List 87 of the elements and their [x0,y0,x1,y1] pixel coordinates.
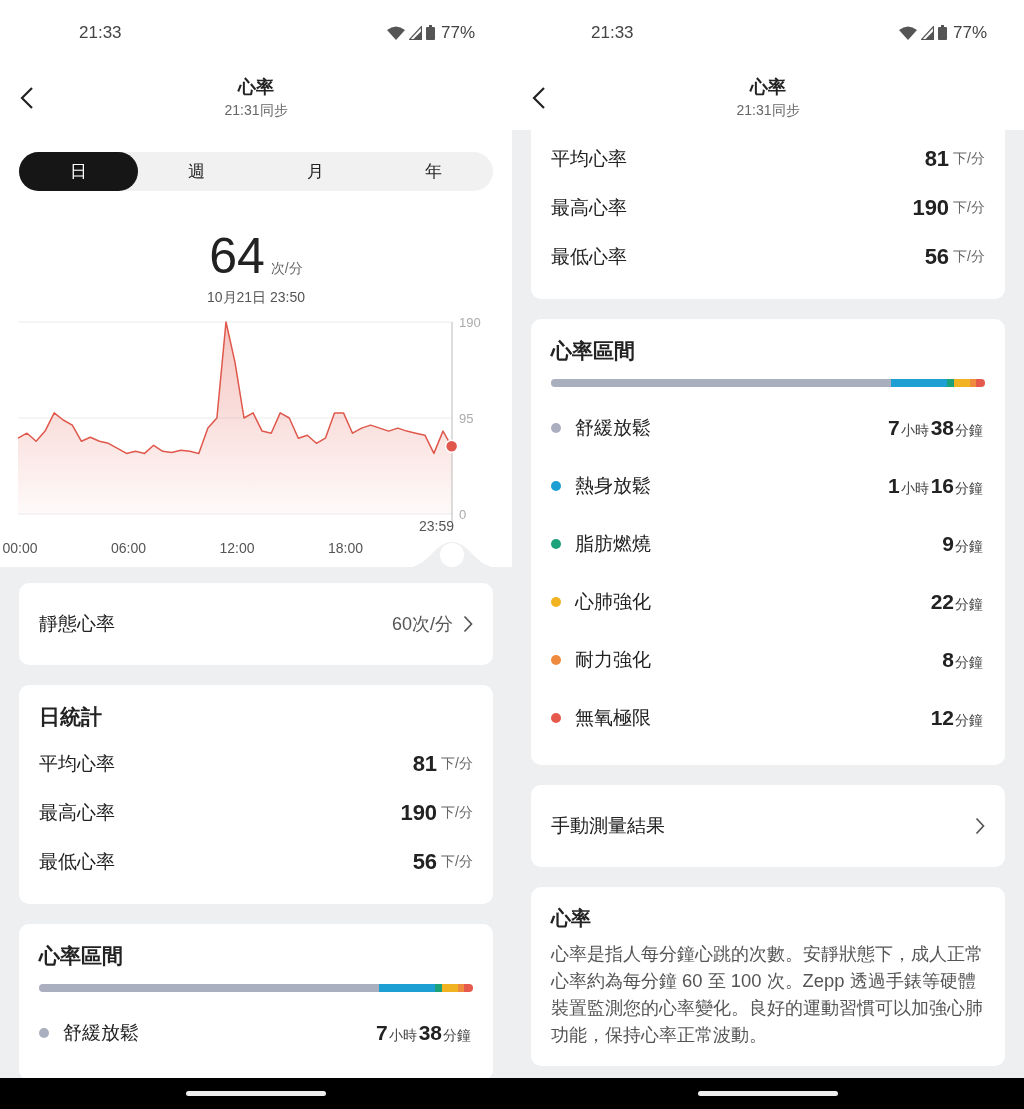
x-axis-label: 00:00 [2,540,38,556]
duration-unit: 分鐘 [955,654,983,672]
home-indicator[interactable] [186,1091,326,1096]
battery-level: 77% [952,22,987,43]
zone-name: 耐力強化 [575,648,652,672]
stat-unit: 下/分 [953,247,985,266]
back-icon[interactable] [532,86,546,110]
signal-icon [408,25,422,40]
duration-value: 12 [930,706,954,730]
stat-unit: 下/分 [441,803,473,822]
chevron-right-icon [463,615,473,633]
zone-name: 舒緩放鬆 [63,1021,140,1045]
card-title: 心率 [551,906,592,931]
stat-label: 最低心率 [39,849,116,874]
y-axis-label: 95 [459,411,474,426]
zone-name: 舒緩放鬆 [575,416,652,440]
battery-icon [425,25,435,40]
stat-unit: 下/分 [441,852,473,871]
wifi-icon [898,25,917,40]
card-title: 日統計 [39,704,103,730]
stat-value: 190 [912,194,950,221]
y-axis-label: 190 [459,315,481,330]
battery-icon [937,25,947,40]
card-title: 心率區間 [551,338,636,364]
duration-unit: 分鐘 [955,538,983,556]
sync-time: 21:31同步 [224,102,288,120]
x-axis-label: 06:00 [111,540,146,556]
period-tab[interactable]: 年 [374,152,493,191]
duration-unit: 分鐘 [955,712,983,730]
zone-name: 脂肪燃燒 [575,532,652,556]
cursor-time-label: 23:59 [418,518,454,534]
card-title: 心率區間 [39,943,124,969]
stat-value: 56 [412,848,438,875]
duration-value: 1 [887,474,900,498]
stat-unit: 下/分 [953,149,985,168]
battery-level: 77% [440,22,475,43]
stat-unit: 下/分 [441,754,473,773]
duration-value: 8 [942,648,954,672]
duration-value: 7 [887,416,900,440]
x-axis-label: 18:00 [328,540,363,556]
duration-value: 16 [930,474,954,498]
signal-icon [920,25,934,40]
reading-timestamp: 10月21日 23:50 [206,289,306,307]
stat-label: 平均心率 [39,751,116,776]
y-axis-label: 0 [459,507,467,522]
info-text: 心率是指人每分鐘心跳的次數。安靜狀態下，成人正常心率約為每分鐘 60 至 100 次。Zepp 透過手錶等硬體裝置監測您的心率變化。良好的運動習慣可以加強心肺功能，保持心率正常波動。 [551,942,984,1047]
resting-heart-rate-row[interactable]: 靜態心率 60次/分 [19,583,493,665]
zone-name: 心肺強化 [575,590,652,614]
stat-unit: 下/分 [953,198,985,217]
duration-unit: 小時 [388,1027,417,1045]
back-icon[interactable] [20,86,34,110]
sync-time: 21:31同步 [736,102,800,120]
stat-value: 190 [400,799,438,826]
page-title: 心率 [750,76,786,99]
x-axis-label: 12:00 [219,540,255,556]
duration-unit: 分鐘 [955,422,983,440]
stat-label: 最高心率 [551,195,628,220]
duration-value: 38 [418,1021,442,1045]
page-title: 心率 [238,76,274,99]
duration-unit: 分鐘 [955,596,983,614]
zone-name: 熱身放鬆 [575,474,652,498]
stat-label: 平均心率 [551,146,628,171]
duration-value: 22 [930,590,954,614]
stat-label: 最高心率 [39,800,116,825]
chevron-right-icon [975,817,985,835]
wifi-icon [386,25,405,40]
duration-value: 9 [942,532,954,556]
duration-value: 38 [930,416,954,440]
duration-unit: 小時 [900,422,929,440]
stat-value: 81 [412,750,438,777]
duration-unit: 小時 [900,480,929,498]
manual-results-row[interactable]: 手動測量結果 [531,785,1005,867]
status-time: 21:33 [79,22,122,43]
stat-value: 81 [924,145,950,172]
stat-value: 56 [924,243,950,270]
heart-rate-unit: 次/分 [270,260,303,278]
status-time: 21:33 [591,22,634,43]
period-tab[interactable]: 月 [256,152,375,191]
duration-value: 7 [375,1021,388,1045]
duration-unit: 分鐘 [443,1027,471,1045]
period-tab[interactable]: 日 [19,152,138,191]
stat-label: 最低心率 [551,244,628,269]
heart-rate-value: 64 [209,231,265,281]
home-indicator[interactable] [698,1091,838,1096]
zone-name: 無氧極限 [575,706,652,730]
duration-unit: 分鐘 [955,480,983,498]
period-tab[interactable]: 週 [137,152,256,191]
